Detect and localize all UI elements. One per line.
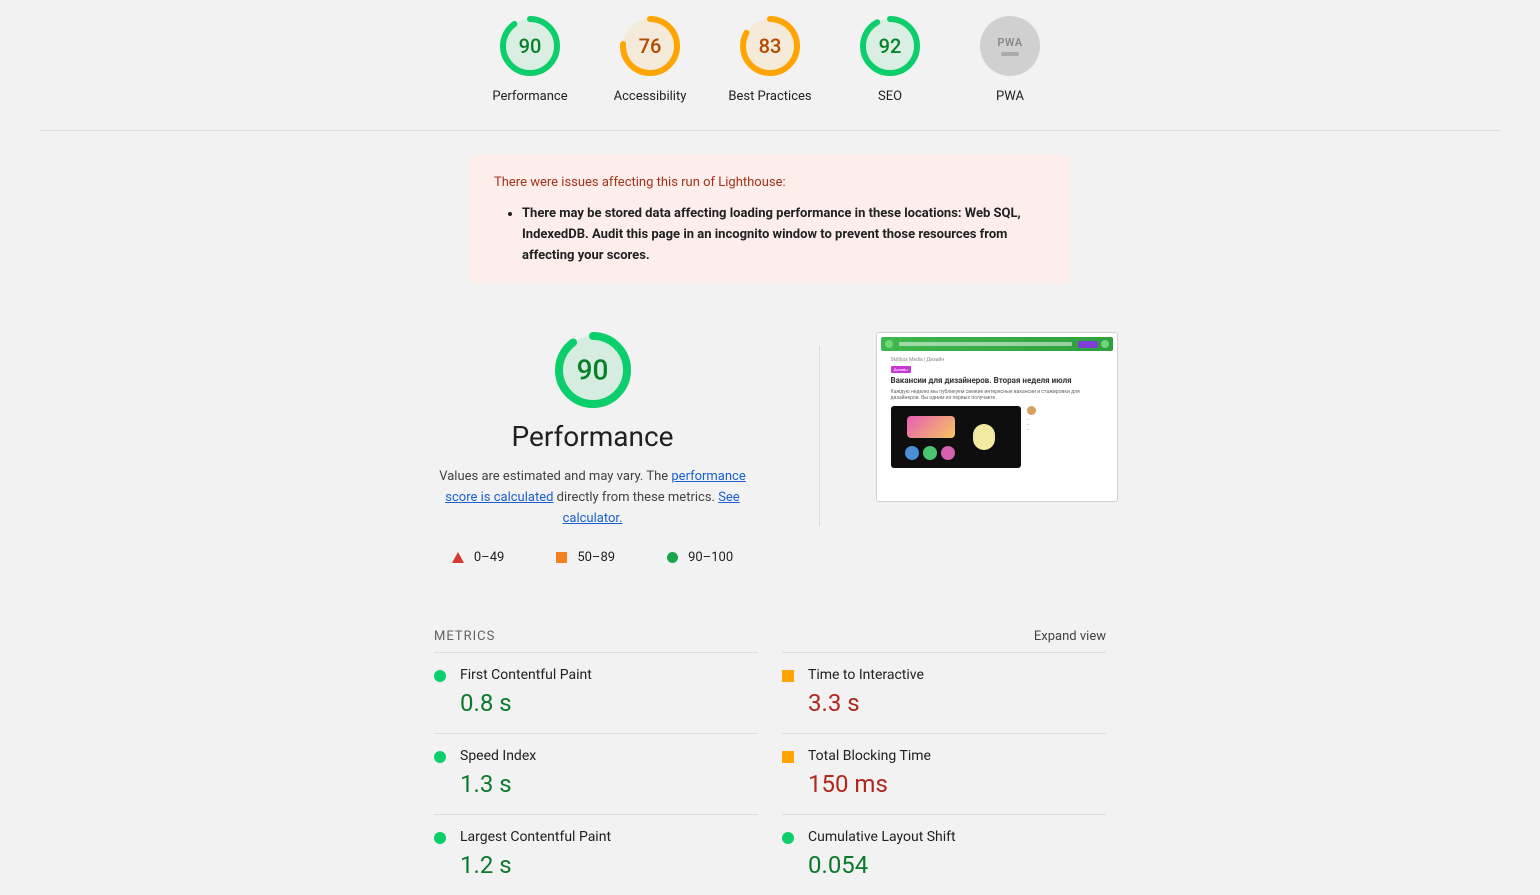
metric-value: 0.054	[808, 851, 1106, 879]
metric-item: Total Blocking Time 150 ms	[782, 733, 1106, 814]
performance-title: Performance	[512, 420, 674, 453]
circle-icon	[434, 670, 446, 682]
triangle-icon	[452, 552, 464, 563]
square-icon	[782, 670, 794, 682]
metric-item: First Contentful Paint 0.8 s	[434, 652, 758, 733]
metric-name: Cumulative Layout Shift	[808, 829, 1106, 845]
pwa-badge-icon: PWA	[980, 16, 1040, 76]
metric-item: Speed Index 1.3 s	[434, 733, 758, 814]
gauge-score: 83	[759, 34, 782, 58]
metric-name: Largest Contentful Paint	[460, 829, 758, 845]
gauge-score: 90	[519, 34, 542, 58]
circle-icon	[667, 552, 678, 563]
warning-box: There were issues affecting this run of …	[470, 155, 1070, 284]
metrics-heading: METRICS	[434, 629, 495, 644]
square-icon	[556, 552, 567, 563]
vertical-divider	[819, 346, 820, 526]
metric-name: First Contentful Paint	[460, 667, 758, 683]
metric-name: Time to Interactive	[808, 667, 1106, 683]
gauge-score: 76	[639, 34, 662, 58]
gauge-score: 92	[879, 34, 902, 58]
expand-view-toggle[interactable]: Expand view	[1034, 629, 1106, 644]
circle-icon	[434, 751, 446, 763]
warning-item: There may be stored data affecting loadi…	[522, 204, 1046, 266]
metric-item: Time to Interactive 3.3 s	[782, 652, 1106, 733]
metric-value: 1.2 s	[460, 851, 758, 879]
performance-section: 90 Performance Values are estimated and …	[40, 332, 1500, 564]
gauge-pwa[interactable]: PWAPWA	[966, 16, 1054, 106]
gauge-accessibility[interactable]: 76 Accessibility	[606, 16, 694, 106]
metric-name: Speed Index	[460, 748, 758, 764]
metric-value: 3.3 s	[808, 689, 1106, 717]
square-icon	[782, 751, 794, 763]
metric-value: 1.3 s	[460, 770, 758, 798]
circle-icon	[782, 832, 794, 844]
gauge-label: Performance	[492, 88, 567, 106]
metric-item: Largest Contentful Paint 1.2 s	[434, 814, 758, 895]
warning-title: There were issues affecting this run of …	[494, 173, 1046, 194]
performance-big-score: 90	[577, 354, 609, 387]
circle-icon	[434, 832, 446, 844]
performance-gauge-large: 90	[555, 332, 631, 408]
metric-name: Total Blocking Time	[808, 748, 1106, 764]
gauge-seo[interactable]: 92 SEO	[846, 16, 934, 106]
gauge-label: SEO	[878, 88, 902, 106]
gauge-label: Accessibility	[614, 88, 687, 106]
performance-description: Values are estimated and may vary. The p…	[423, 467, 763, 529]
score-legend: 0–49 50–89 90–100	[452, 550, 733, 565]
score-gauges-row: 90 Performance 76 Accessibility 83 Best …	[40, 0, 1500, 131]
metric-value: 0.8 s	[460, 689, 758, 717]
gauge-label: Best Practices	[728, 88, 811, 106]
metric-value: 150 ms	[808, 770, 1106, 798]
gauge-performance[interactable]: 90 Performance	[486, 16, 574, 106]
metric-item: Cumulative Layout Shift 0.054	[782, 814, 1106, 895]
page-preview-thumbnail: Skillbox Media | Дизайн Дизайн Вакансии …	[876, 332, 1118, 502]
gauge-best-practices[interactable]: 83 Best Practices	[726, 16, 814, 106]
metrics-section: METRICS Expand view First Contentful Pai…	[434, 629, 1106, 895]
